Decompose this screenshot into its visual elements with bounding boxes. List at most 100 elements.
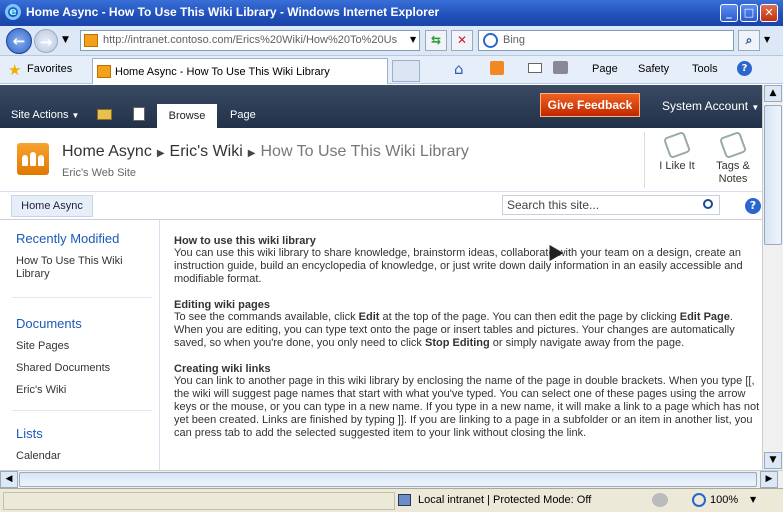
read-mail-icon[interactable] — [528, 63, 542, 73]
wiki-content: How to use this wiki library You can use… — [174, 235, 760, 453]
page-favicon-icon — [84, 34, 98, 47]
bing-icon — [483, 33, 498, 48]
breadcrumb-arrow-icon: ▶ — [247, 148, 256, 159]
feeds-icon[interactable] — [490, 61, 504, 75]
help-icon[interactable]: ? — [745, 198, 761, 214]
quick-launch: Recently Modified How To Use This Wiki L… — [0, 220, 160, 470]
site-logo-icon[interactable] — [17, 143, 49, 175]
section-heading: Creating wiki links — [174, 363, 271, 375]
recent-item[interactable]: How To Use This Wiki Library — [16, 255, 146, 281]
breadcrumb: Home Async ▶ Eric's Wiki ▶ How To Use This W… — [62, 143, 469, 161]
edit-page-icon[interactable] — [133, 107, 145, 121]
tab-browse[interactable]: Browse — [157, 104, 217, 128]
section-heading: Editing wiki pages — [174, 299, 270, 311]
site-actions-label: Site Actions — [11, 109, 69, 121]
scroll-left-icon[interactable]: ◀ — [0, 471, 18, 488]
scroll-right-icon[interactable]: ▶ — [760, 471, 778, 488]
scroll-up-icon[interactable]: ▲ — [764, 85, 782, 102]
like-tag-icon — [662, 130, 692, 160]
nav-erics-wiki[interactable]: Eric's Wiki — [16, 384, 66, 397]
horizontal-scrollbar[interactable]: ◀ ▶ — [0, 470, 783, 488]
new-tab-button[interactable] — [392, 60, 420, 82]
section-heading: How to use this wiki library — [174, 235, 316, 247]
safety-menu[interactable]: Safety — [638, 63, 669, 75]
edit-keyword: Edit — [358, 311, 380, 323]
zoom-icon[interactable] — [692, 493, 706, 507]
nav-calendar[interactable]: Calendar — [16, 450, 61, 463]
address-bar[interactable]: http://intranet.contoso.com/Erics%20Wiki… — [80, 30, 420, 51]
window-title: Home Async - How To Use This Wiki Librar… — [26, 5, 440, 19]
print-icon[interactable] — [553, 61, 568, 74]
stop-button[interactable]: ✕ — [451, 30, 473, 51]
scroll-thumb[interactable] — [19, 472, 757, 487]
tags-icon — [718, 130, 748, 160]
maximize-button[interactable]: □ — [740, 4, 758, 22]
status-bar: Local intranet | Protected Mode: Off 100… — [0, 488, 783, 512]
navigate-up-icon[interactable] — [97, 109, 112, 120]
edit-page-keyword: Edit Page — [679, 311, 730, 323]
zoom-dropdown-icon[interactable]: ▼ — [750, 495, 756, 504]
section-body: To see the commands available, click Edi… — [174, 311, 735, 349]
protected-mode-icon[interactable] — [652, 493, 668, 507]
give-feedback-button[interactable]: Give Feedback — [540, 93, 640, 117]
search-options-icon[interactable]: ▼ — [764, 35, 770, 44]
chevron-down-icon: ▼ — [71, 111, 80, 120]
tools-menu[interactable]: Tools — [692, 63, 718, 75]
favorites-bar: ★ Favorites Home Async - How To Use This… — [0, 56, 783, 84]
i-like-it-button[interactable]: I Like It — [652, 130, 702, 172]
page-menu[interactable]: Page — [592, 63, 618, 75]
browser-tab-active[interactable]: Home Async - How To Use This Wiki Librar… — [92, 58, 388, 84]
forward-button[interactable]: → — [34, 29, 58, 53]
breadcrumb-site[interactable]: Home Async — [62, 143, 152, 160]
nav-site-pages[interactable]: Site Pages — [16, 340, 69, 353]
history-dropdown-icon[interactable]: ▼ — [62, 35, 69, 45]
search-icon[interactable] — [703, 199, 713, 209]
breadcrumb-current-page: How To Use This Wiki Library — [260, 143, 469, 160]
scroll-down-icon[interactable]: ▼ — [764, 452, 782, 469]
top-nav-home[interactable]: Home Async — [11, 195, 93, 217]
favorites-button[interactable]: Favorites — [27, 63, 72, 75]
address-dropdown-icon[interactable]: ▼ — [410, 35, 416, 44]
section-body: You can link to another page in this wik… — [174, 375, 760, 439]
search-go-button[interactable]: ⌕ — [738, 30, 760, 51]
intranet-zone-icon — [398, 494, 411, 506]
close-button[interactable]: ✕ — [760, 4, 778, 22]
scroll-thumb[interactable] — [764, 105, 782, 245]
account-name: System Account — [662, 99, 749, 113]
internet-explorer-icon: e — [5, 4, 21, 20]
favorites-star-icon[interactable]: ★ — [8, 61, 21, 79]
refresh-button[interactable]: ⇆ — [425, 30, 447, 51]
account-menu[interactable]: System Account ▼ — [662, 99, 759, 113]
header-divider — [644, 132, 645, 188]
status-text-pane — [3, 492, 395, 510]
address-url: http://intranet.contoso.com/Erics%20Wiki… — [103, 34, 398, 46]
section-body: You can use this wiki library to share k… — [174, 247, 743, 285]
divider — [12, 410, 152, 411]
tab-page[interactable]: Page — [230, 109, 256, 121]
tags-notes-button[interactable]: Tags & Notes — [708, 130, 758, 186]
bing-search-box[interactable]: Bing — [478, 30, 734, 51]
site-search-input[interactable]: Search this site... — [502, 195, 720, 215]
minimize-button[interactable]: _ — [720, 4, 738, 22]
address-toolbar: ← → ▼ http://intranet.contoso.com/Erics%… — [0, 26, 783, 56]
documents-heading[interactable]: Documents — [16, 316, 82, 331]
breadcrumb-arrow-icon: ▶ — [156, 148, 165, 159]
top-nav: Home Async Search this site... ? — [0, 192, 762, 220]
help-icon[interactable]: ? — [737, 61, 752, 76]
home-icon[interactable]: ⌂ — [454, 60, 464, 78]
site-subtitle: Eric's Web Site — [62, 167, 137, 179]
stop-editing-keyword: Stop Editing — [424, 337, 490, 349]
back-button[interactable]: ← — [6, 28, 32, 54]
security-zone[interactable]: Local intranet | Protected Mode: Off — [418, 494, 591, 506]
zoom-level[interactable]: 100% — [710, 494, 738, 506]
tab-title: Home Async - How To Use This Wiki Librar… — [115, 66, 330, 78]
vertical-scrollbar[interactable]: ▲ ▼ — [762, 85, 783, 470]
nav-shared-documents[interactable]: Shared Documents — [16, 362, 110, 375]
site-actions-menu[interactable]: Site Actions ▼ — [11, 109, 79, 121]
lists-heading[interactable]: Lists — [16, 426, 43, 441]
chevron-down-icon: ▼ — [751, 103, 760, 112]
divider — [12, 297, 152, 298]
breadcrumb-library[interactable]: Eric's Wiki — [170, 143, 243, 160]
tags-notes-label: Tags & Notes — [716, 160, 750, 185]
i-like-it-label: I Like It — [659, 160, 695, 172]
